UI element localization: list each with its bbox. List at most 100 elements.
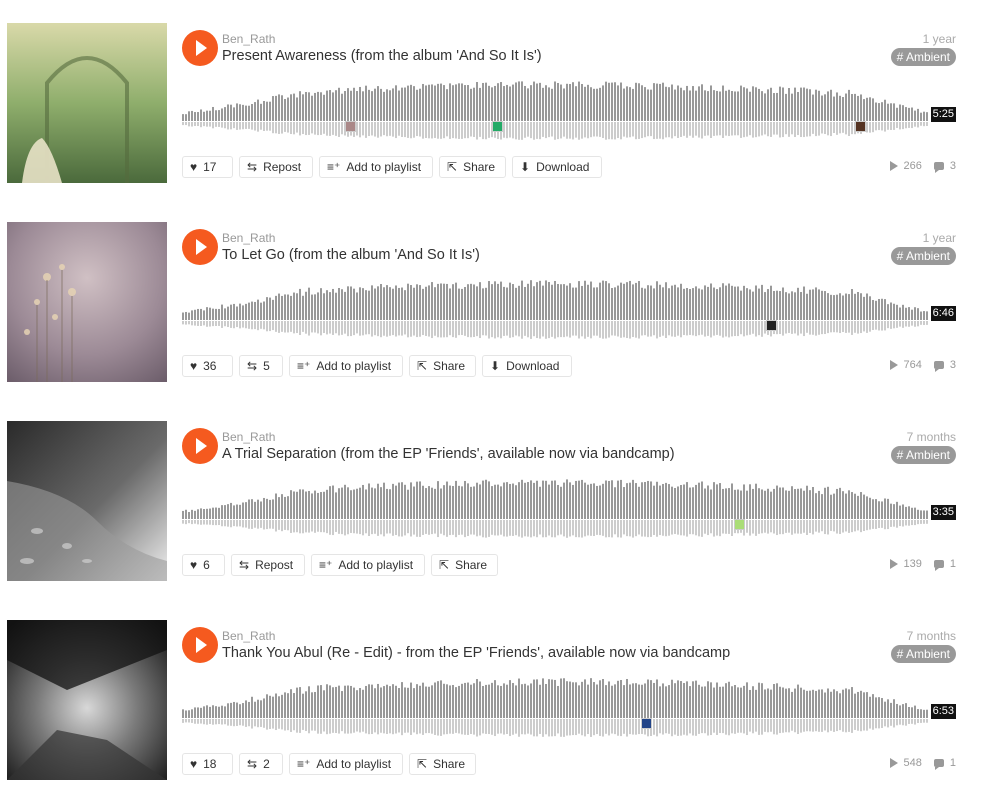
genre-tag[interactable]: # Ambient <box>890 247 956 265</box>
waveform-bar-reflection <box>725 520 727 534</box>
track-title[interactable]: To Let Go (from the album 'And So It Is'… <box>222 247 480 263</box>
waveform-bar-reflection <box>920 122 922 126</box>
track-title[interactable]: Present Awareness (from the album 'And S… <box>222 48 542 64</box>
waveform-bar <box>911 107 913 121</box>
waveform[interactable]: 6:46 <box>182 280 956 346</box>
waveform-bar-reflection <box>836 719 838 732</box>
waveform-bar-reflection <box>392 321 394 336</box>
track-username[interactable]: Ben_Rath <box>222 231 275 245</box>
waveform-bar-reflection <box>374 321 376 336</box>
waveform-bar <box>731 285 733 320</box>
waveform-bar-reflection <box>527 719 529 734</box>
add-to-playlist-button[interactable]: ≡⁺ Add to playlist <box>311 554 425 576</box>
waveform-bar-reflection <box>719 719 721 734</box>
waveform-bar <box>284 294 286 320</box>
comment-avatar[interactable] <box>492 121 503 132</box>
play-button[interactable] <box>182 428 218 464</box>
waveform-bar-reflection <box>923 520 925 524</box>
genre-tag[interactable]: # Ambient <box>890 446 956 464</box>
play-button[interactable] <box>182 229 218 265</box>
like-button[interactable]: ♥ 18 <box>182 753 233 775</box>
waveform-bar <box>416 481 418 519</box>
add-to-playlist-button[interactable]: ≡⁺ Add to playlist <box>319 156 433 178</box>
waveform-bar <box>641 482 643 519</box>
waveform[interactable]: 6:53 <box>182 678 956 744</box>
waveform-bar <box>494 85 496 121</box>
comment-avatar[interactable] <box>641 718 652 729</box>
play-button[interactable] <box>182 30 218 66</box>
download-button[interactable]: ⬇ Download <box>482 355 572 377</box>
waveform-bar <box>209 110 211 121</box>
waveform-bar <box>257 99 259 121</box>
waveform-bar <box>773 488 775 519</box>
comment-avatar[interactable] <box>734 519 745 530</box>
waveform-bar <box>920 311 922 320</box>
waveform-bar-reflection <box>575 520 577 538</box>
track-username[interactable]: Ben_Rath <box>222 32 275 46</box>
track-username[interactable]: Ben_Rath <box>222 430 275 444</box>
repost-button[interactable]: ⇆ Repost <box>231 554 305 576</box>
track-artwork[interactable] <box>7 222 167 382</box>
waveform-bar-reflection <box>383 719 385 734</box>
comment-avatar[interactable] <box>345 121 356 132</box>
repost-button[interactable]: ⇆ Repost <box>239 156 313 178</box>
waveform-bar <box>653 682 655 718</box>
track-artwork[interactable] <box>7 421 167 581</box>
waveform-bar-reflection <box>455 719 457 733</box>
waveform-bar <box>695 484 697 519</box>
waveform-bar <box>674 89 676 121</box>
repost-button[interactable]: ⇆ 2 <box>239 753 283 775</box>
comment-avatar[interactable] <box>766 320 777 331</box>
waveform-bar-reflection <box>623 122 625 137</box>
waveform-bar-reflection <box>404 321 406 335</box>
waveform[interactable]: 5:25 <box>182 81 956 147</box>
waveform-bar-reflection <box>677 321 679 336</box>
share-button[interactable]: ⇱ Share <box>431 554 498 576</box>
waveform-bar-reflection <box>197 321 199 326</box>
waveform-bar <box>485 684 487 718</box>
comment-count[interactable]: 3 <box>950 160 956 172</box>
share-button[interactable]: ⇱ Share <box>409 355 476 377</box>
track-title[interactable]: Thank You Abul (Re - Edit) - from the EP… <box>222 645 730 661</box>
waveform-bar-reflection <box>593 520 595 537</box>
add-to-playlist-button[interactable]: ≡⁺ Add to playlist <box>289 355 403 377</box>
genre-tag[interactable]: # Ambient <box>890 645 956 663</box>
like-button[interactable]: ♥ 6 <box>182 554 225 576</box>
waveform-bar <box>632 479 634 519</box>
waveform-bar-reflection <box>779 719 781 734</box>
download-button[interactable]: ⬇ Download <box>512 156 602 178</box>
waveform-bar-reflection <box>254 122 256 131</box>
track-title[interactable]: A Trial Separation (from the EP 'Friends… <box>222 446 675 462</box>
comment-count[interactable]: 1 <box>950 757 956 769</box>
waveform-bar <box>908 506 910 519</box>
like-button[interactable]: ♥ 17 <box>182 156 233 178</box>
play-button[interactable] <box>182 627 218 663</box>
waveform-bar <box>752 86 754 121</box>
waveform-bar <box>758 88 760 121</box>
share-button[interactable]: ⇱ Share <box>439 156 506 178</box>
waveform[interactable]: 3:35 <box>182 479 956 545</box>
waveform-bar <box>677 486 679 519</box>
waveform-bar <box>539 684 541 718</box>
like-button[interactable]: ♥ 36 <box>182 355 233 377</box>
track-artwork[interactable] <box>7 23 167 183</box>
track-username[interactable]: Ben_Rath <box>222 629 275 643</box>
waveform-bar <box>572 484 574 519</box>
add-to-playlist-button[interactable]: ≡⁺ Add to playlist <box>289 753 403 775</box>
comment-count[interactable]: 1 <box>950 558 956 570</box>
waveform-bar-reflection <box>905 719 907 726</box>
waveform-bar <box>836 691 838 718</box>
genre-tag[interactable]: # Ambient <box>890 48 956 66</box>
waveform-bar-reflection <box>638 719 640 735</box>
waveform-bar-reflection <box>878 122 880 131</box>
waveform-bar-reflection <box>308 520 310 533</box>
waveform-bar <box>881 102 883 121</box>
share-button[interactable]: ⇱ Share <box>409 753 476 775</box>
comment-count[interactable]: 3 <box>950 359 956 371</box>
track-artwork[interactable] <box>7 620 167 780</box>
comment-avatar[interactable] <box>855 121 866 132</box>
waveform-bar-reflection <box>329 122 331 136</box>
repost-button[interactable]: ⇆ 5 <box>239 355 283 377</box>
waveform-bar-reflection <box>674 122 676 137</box>
waveform-bar <box>458 485 460 519</box>
